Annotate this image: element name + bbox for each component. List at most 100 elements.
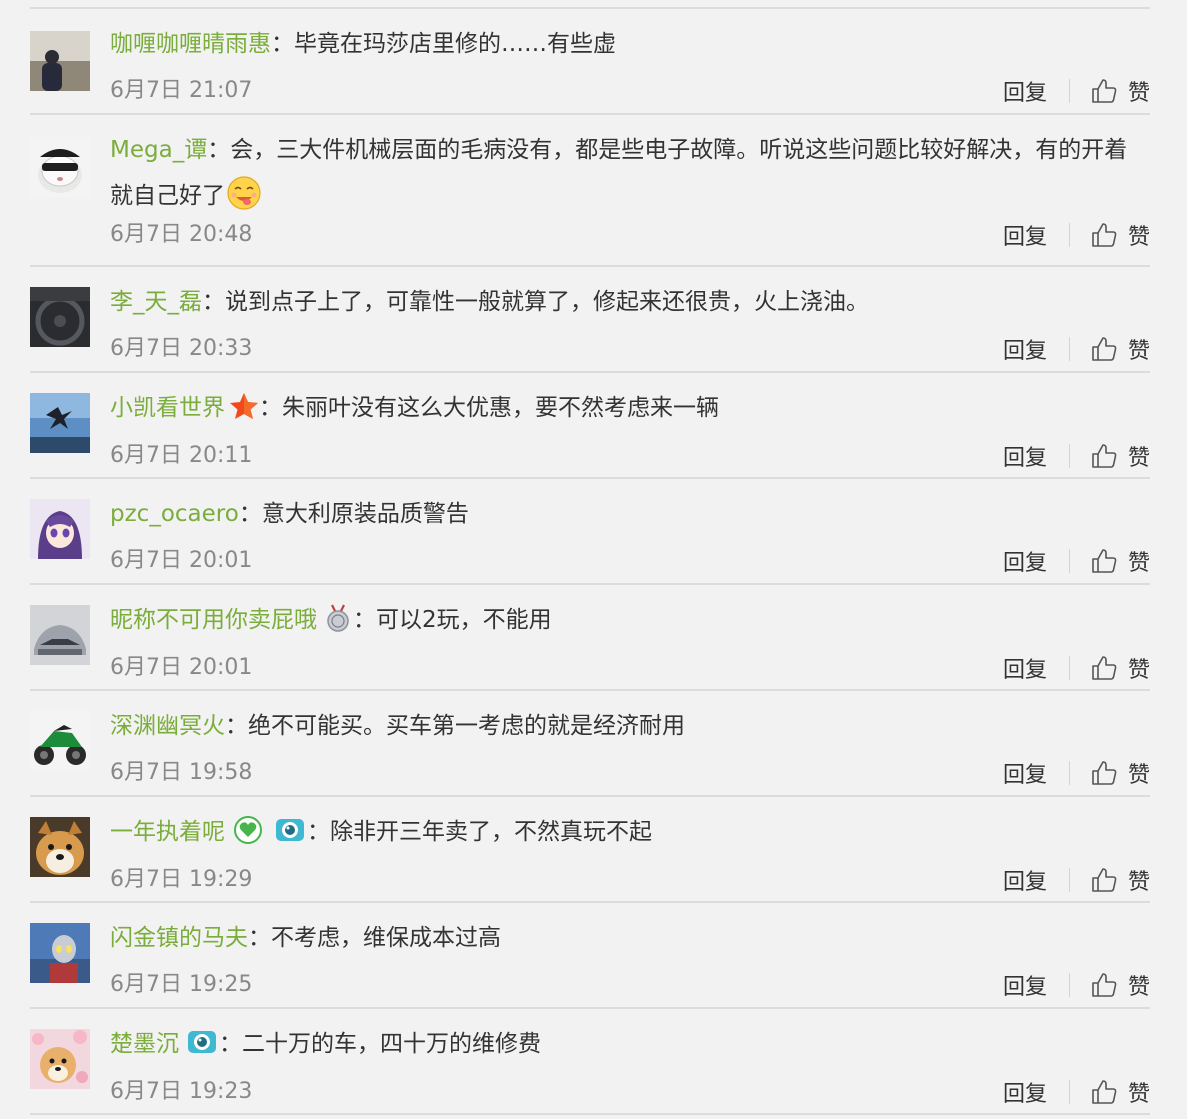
thumbs-up-icon	[1092, 549, 1117, 573]
comment-username[interactable]: 小凯看世界	[110, 395, 225, 421]
comment-username[interactable]: Mega_谭	[110, 137, 207, 163]
comment-timestamp: 6月7日 20:01	[110, 548, 253, 573]
star-badge-icon[interactable]	[229, 391, 259, 421]
comment-username[interactable]: 李_天_磊	[110, 289, 202, 315]
comment-username[interactable]: 深渊幽冥火	[110, 713, 225, 739]
comment-text: 小凯看世界 ：朱丽叶没有这么大优惠，要不然考虑来一辆	[110, 391, 1150, 424]
comment-username[interactable]: 闪金镇的马夫	[110, 925, 248, 951]
comment-body: 除非开三年卖了，不然真玩不起	[330, 819, 652, 845]
user-avatar[interactable]	[30, 923, 90, 983]
user-avatar[interactable]	[30, 393, 90, 453]
comment-actions: 回复 赞	[1003, 541, 1150, 581]
reply-button[interactable]: 回复	[1003, 652, 1047, 684]
reply-button[interactable]: 回复	[1003, 440, 1047, 472]
like-label: 赞	[1127, 1081, 1150, 1107]
reply-button[interactable]: 回复	[1003, 757, 1047, 789]
action-divider	[1068, 1079, 1070, 1104]
like-label: 赞	[1127, 339, 1150, 364]
comment-username[interactable]: 昵称不可用你卖屁哦	[110, 607, 317, 633]
like-button[interactable]: 赞	[1090, 333, 1150, 365]
colon: ：	[207, 137, 231, 163]
comment-text: pzc_ocaero：意大利原装品质警告	[110, 497, 1150, 529]
action-divider	[1068, 337, 1070, 361]
comment-meta: 6月7日 20:11 回复 赞	[110, 436, 1150, 476]
user-avatar[interactable]	[30, 287, 90, 347]
comment-meta: 6月7日 19:25 回复 赞	[110, 965, 1150, 1005]
comment-body: 绝不可能买。买车第一考虑的就是经济耐用	[248, 713, 685, 739]
comment-body: 毕竟在玛莎店里修的……有些虚	[294, 31, 616, 57]
colon: ：	[225, 713, 248, 739]
comment-meta: 6月7日 21:07 回复 赞	[110, 71, 1150, 111]
like-button[interactable]: 赞	[1090, 219, 1150, 251]
comment-text: 昵称不可用你卖屁哦 ：可以2玩，不能用	[110, 603, 1150, 636]
like-label: 赞	[1127, 975, 1150, 1000]
colon: ：	[248, 925, 271, 951]
medal-badge-icon[interactable]	[323, 603, 353, 633]
comment-item: 咖喱咖喱晴雨惠：毕竟在玛莎店里修的……有些虚 6月7日 21:07 回复 赞	[30, 9, 1150, 115]
heart-badge-icon[interactable]	[233, 815, 263, 845]
comment-item: 楚墨沉 ：二十万的车，四十万的维修费 6月7日 19:23 回复 赞	[30, 1009, 1150, 1115]
comment-item: 昵称不可用你卖屁哦 ：可以2玩，不能用 6月7日 20:01 回复 赞	[30, 585, 1150, 691]
user-avatar[interactable]	[30, 137, 90, 197]
thumbs-up-icon	[1092, 655, 1117, 680]
comment-timestamp: 6月7日 20:33	[110, 336, 253, 361]
reply-button[interactable]: 回复	[1003, 75, 1047, 107]
reply-button[interactable]: 回复	[1003, 333, 1047, 365]
comment-timestamp: 6月7日 20:01	[110, 654, 253, 680]
comment-body: 朱丽叶没有这么大优惠，要不然考虑来一辆	[282, 395, 719, 421]
user-avatar[interactable]	[30, 31, 90, 91]
like-button[interactable]: 赞	[1090, 864, 1150, 896]
comment-item: 李_天_磊：说到点子上了，可靠性一般就算了，修起来还很贵，火上浇油。 6月7日 …	[30, 267, 1150, 373]
reply-button[interactable]: 回复	[1003, 1076, 1047, 1108]
comment-actions: 回复 赞	[1003, 329, 1150, 369]
comment-timestamp: 6月7日 20:11	[110, 442, 253, 468]
like-button[interactable]: 赞	[1090, 652, 1150, 684]
comment-meta: 6月7日 20:01 回复 赞	[110, 541, 1150, 581]
like-button[interactable]: 赞	[1090, 757, 1150, 789]
like-button[interactable]: 赞	[1090, 440, 1150, 472]
like-button[interactable]: 赞	[1090, 545, 1150, 577]
comment-list: 咖喱咖喱晴雨惠 ： 毕竟在玛莎店里修的……有些虚 6月7日 21:07 回复 赞 M…	[30, 7, 1150, 1115]
like-label: 赞	[1127, 445, 1150, 471]
comment-username[interactable]: pzc_ocaero	[110, 501, 239, 527]
comment-meta: 6月7日 20:33 回复 赞	[110, 329, 1150, 369]
comment-actions: 回复 赞	[1003, 215, 1150, 255]
user-avatar[interactable]	[30, 605, 90, 665]
comment-text: 李_天_磊：说到点子上了，可靠性一般就算了，修起来还很贵，火上浇油。	[110, 285, 1150, 317]
action-divider	[1068, 443, 1070, 468]
action-divider	[1068, 867, 1070, 892]
thumbs-up-icon	[1092, 443, 1117, 468]
like-button[interactable]: 赞	[1090, 75, 1150, 107]
thumbs-up-icon	[1092, 223, 1117, 247]
comment-username[interactable]: 一年执着呢	[110, 819, 225, 845]
user-avatar[interactable]	[30, 1029, 90, 1089]
thumbs-up-icon	[1092, 337, 1117, 361]
user-avatar[interactable]	[30, 817, 90, 877]
comment-text: 深渊幽冥火：绝不可能买。买车第一考虑的就是经济耐用	[110, 709, 1150, 741]
comment-meta: 6月7日 19:23 回复 赞	[110, 1072, 1150, 1112]
user-avatar[interactable]	[30, 499, 90, 559]
comment-actions: 回复 赞	[1003, 860, 1150, 900]
thumbs-up-icon	[1092, 79, 1117, 103]
comment-item: 闪金镇的马夫：不考虑，维保成本过高 6月7日 19:25 回复 赞	[30, 903, 1150, 1009]
like-label: 赞	[1127, 657, 1150, 683]
comment-actions: 回复 赞	[1003, 436, 1150, 476]
reply-button[interactable]: 回复	[1003, 219, 1047, 251]
comment-body: 意大利原装品质警告	[261, 501, 469, 527]
comment-item: 深渊幽冥火：绝不可能买。买车第一考虑的就是经济耐用 6月7日 19:58 回复 …	[30, 691, 1150, 797]
camera-badge-icon[interactable]	[273, 815, 307, 845]
comment-username[interactable]: 楚墨沉	[110, 1031, 179, 1057]
like-label: 赞	[1127, 763, 1150, 788]
camera-badge-icon[interactable]	[185, 1027, 219, 1057]
reply-button[interactable]: 回复	[1003, 545, 1047, 577]
like-button[interactable]: 赞	[1090, 969, 1150, 1001]
colon: ：	[353, 607, 376, 633]
reply-button[interactable]: 回复	[1003, 864, 1047, 896]
comment-timestamp: 6月7日 19:58	[110, 760, 253, 785]
comment-body: 二十万的车，四十万的维修费	[242, 1031, 541, 1057]
user-avatar[interactable]	[30, 711, 90, 771]
comment-username[interactable]: 咖喱咖喱晴雨惠	[110, 31, 271, 57]
thumbs-up-icon	[1092, 1079, 1117, 1104]
like-button[interactable]: 赞	[1090, 1076, 1150, 1108]
reply-button[interactable]: 回复	[1003, 969, 1047, 1001]
